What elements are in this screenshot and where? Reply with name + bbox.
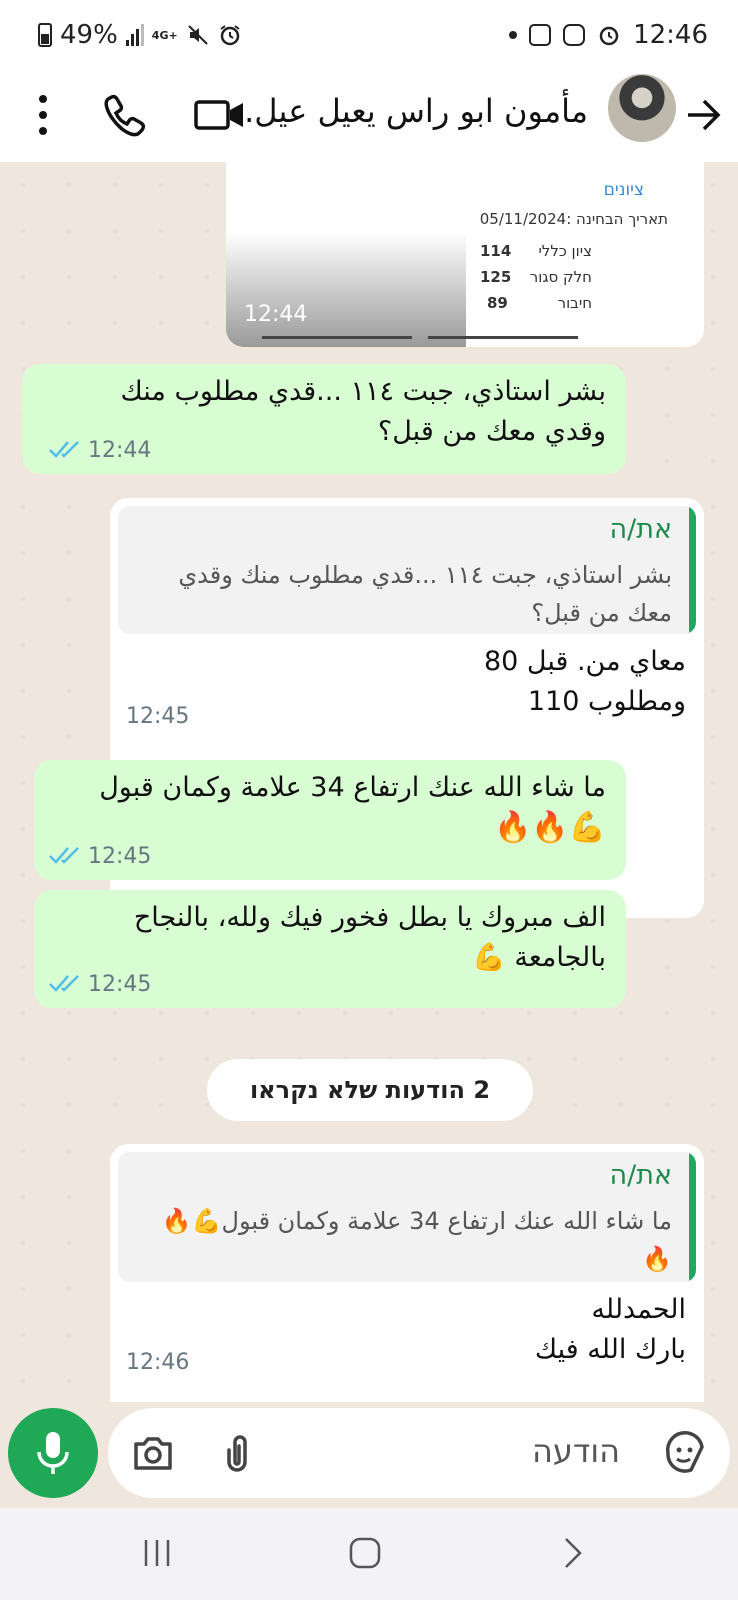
- message-outgoing[interactable]: الف مبروك يا بطل فخور فيك ولله، بالنجاح …: [34, 890, 626, 1008]
- message-incoming[interactable]: את/ה ما شاء الله عنك ارتفاع 34 علامة وكم…: [110, 1144, 704, 1402]
- quote-text: بشر استاذي، جبت ١١٤ ...قدي مطلوب منك وقد…: [178, 561, 672, 627]
- quoted-message[interactable]: את/ה بشر استاذي، جبت ١١٤ ...قدي مطلوب من…: [118, 506, 696, 634]
- image-message[interactable]: ציונים תאריך הבחינה :05/11/2024 ציון כלל…: [226, 162, 704, 347]
- quote-author: את/ה: [609, 514, 672, 545]
- message-outgoing[interactable]: بشر استاذي، جبت ١١٤ ...قدي مطلوب منك وقد…: [22, 364, 626, 474]
- sticker-icon[interactable]: [662, 1430, 708, 1476]
- doc-row-label: חיבור: [557, 294, 592, 312]
- clock: 12:46: [633, 20, 708, 50]
- message-text: الحمدلله بارك الله فيك: [534, 1294, 686, 1365]
- quote-text: ما شاء الله عنك ارتفاع 34 علامة وكمان قب…: [161, 1207, 672, 1273]
- quoted-message[interactable]: את/ה ما شاء الله عنك ارتفاع 34 علامة وكم…: [118, 1152, 696, 1282]
- mute-icon: [187, 25, 208, 45]
- back-icon[interactable]: [556, 1536, 590, 1570]
- message-input[interactable]: הודעה: [108, 1408, 730, 1498]
- network-type: 4G+: [151, 28, 178, 42]
- message-time: 12:44: [244, 302, 308, 327]
- input-placeholder: הודעה: [531, 1432, 620, 1470]
- attach-icon[interactable]: [214, 1430, 260, 1476]
- doc-row-label: ציון כללי: [538, 242, 592, 260]
- gallery-icon: [529, 24, 552, 46]
- status-left: 49% 4G+: [38, 18, 242, 52]
- message-text: الف مبروك يا بطل فخور فيك ولله، بالنجاح …: [133, 902, 606, 973]
- status-right: 12:46: [509, 18, 708, 52]
- message-time: 12:46: [126, 1350, 190, 1375]
- read-ticks-icon: [49, 975, 79, 992]
- home-icon[interactable]: [348, 1536, 382, 1570]
- alarm-icon: [220, 25, 240, 46]
- message-time: 12:45: [88, 972, 152, 997]
- read-ticks-icon: [49, 847, 79, 864]
- doc-date: תאריך הבחינה :05/11/2024: [479, 210, 668, 228]
- system-nav-bar: [0, 1508, 738, 1600]
- status-bar: 49% 4G+ 12:46: [0, 0, 738, 70]
- contact-name[interactable]: مأمون ابو راس يعيل عيل..: [234, 92, 588, 130]
- mic-button[interactable]: [8, 1408, 98, 1498]
- message-outgoing[interactable]: ما شاء الله عنك ارتفاع 34 علامة وكمان قب…: [34, 760, 626, 880]
- chat-area[interactable]: ציונים תאריך הבחינה :05/11/2024 ציון כלל…: [0, 162, 738, 1402]
- message-time: 12:45: [126, 704, 190, 729]
- message-time: 12:44: [88, 438, 152, 463]
- message-time: 12:45: [88, 844, 152, 869]
- doc-title: ציונים: [603, 180, 644, 200]
- message-text: معاي من. قبل 80 ومطلوب 110: [483, 646, 686, 717]
- compose-bar: הודעה: [0, 1402, 738, 1508]
- mic-icon: [37, 1432, 69, 1474]
- phone-icon[interactable]: [98, 88, 148, 142]
- battery-level: 49%: [60, 20, 118, 50]
- chat-header: مأمون ابو راس يعيل عيل..: [0, 70, 738, 162]
- doc-row-value: 114: [480, 242, 512, 260]
- signal-icon: [125, 24, 144, 46]
- back-arrow-icon[interactable]: [684, 90, 724, 140]
- doc-row-label: חלק סגור: [529, 268, 592, 286]
- recent-apps-icon[interactable]: [140, 1536, 174, 1570]
- read-ticks-icon: [49, 441, 79, 458]
- quote-author: את/ה: [609, 1160, 672, 1191]
- notification-dot-icon: [509, 31, 518, 39]
- avatar[interactable]: [608, 74, 676, 142]
- doc-row-value: 125: [480, 268, 512, 286]
- alarm-icon: [599, 26, 619, 46]
- battery-icon: [38, 23, 52, 47]
- doc-row-value: 89: [487, 294, 508, 312]
- unread-separator: 2 הודעות שלא נקראו: [207, 1059, 533, 1121]
- menu-icon[interactable]: [28, 90, 58, 140]
- camera-icon[interactable]: [130, 1430, 176, 1476]
- instagram-icon: [563, 24, 586, 46]
- message-text: ما شاء الله عنك ارتفاع 34 علامة وكمان قب…: [99, 772, 606, 845]
